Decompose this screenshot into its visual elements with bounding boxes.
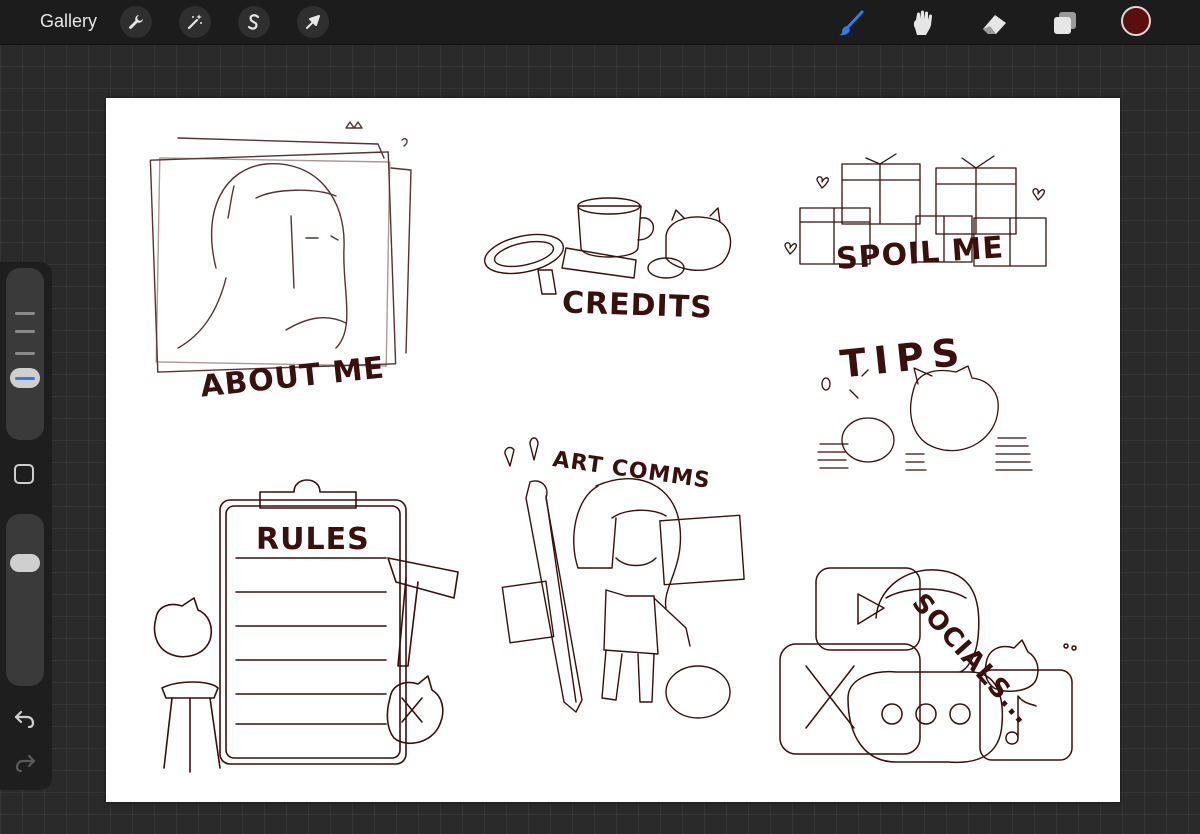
- rules-label: RULES: [256, 522, 370, 557]
- redo-button[interactable]: [12, 750, 38, 776]
- brush-tool[interactable]: [834, 6, 868, 40]
- smudge-icon: [913, 10, 932, 35]
- gallery-button[interactable]: Gallery: [40, 11, 97, 32]
- adjustments-button[interactable]: [179, 6, 211, 38]
- credits-label: CREDITS: [561, 285, 714, 326]
- eraser-icon: [983, 15, 1006, 34]
- credits-sketch: [483, 197, 732, 295]
- undo-icon: [14, 710, 35, 729]
- left-sidebar: [0, 262, 52, 790]
- transform-arrow-icon: [306, 15, 320, 29]
- actions-button[interactable]: [120, 6, 152, 38]
- modify-button[interactable]: [14, 464, 34, 484]
- magic-wand-icon: [187, 14, 202, 30]
- size-tick: [15, 352, 35, 355]
- opacity-slider[interactable]: [6, 514, 44, 686]
- drawing-canvas[interactable]: ABOUT ME CREDITS SPOIL ME TIPS RULES ART…: [106, 98, 1120, 802]
- layers-icon: [1054, 12, 1076, 34]
- about-me-sketch: [149, 121, 412, 373]
- selection-s-icon: [247, 14, 260, 30]
- opacity-thumb[interactable]: [10, 554, 40, 572]
- size-tick: [15, 312, 35, 315]
- smudge-tool[interactable]: [905, 6, 939, 40]
- size-tick: [15, 330, 35, 333]
- sketch-artwork: [149, 121, 1077, 773]
- color-swatch-button[interactable]: [1121, 6, 1151, 36]
- redo-icon: [15, 754, 36, 773]
- top-toolbar: Gallery: [0, 0, 1200, 45]
- brush-size-thumb[interactable]: [10, 368, 40, 388]
- eraser-tool[interactable]: [977, 6, 1011, 40]
- brush-icon: [839, 10, 864, 36]
- selection-button[interactable]: [238, 6, 270, 38]
- layers-button[interactable]: [1048, 6, 1082, 40]
- undo-button[interactable]: [12, 706, 38, 732]
- brush-size-slider[interactable]: [6, 268, 44, 440]
- wrench-icon: [129, 15, 143, 29]
- transform-button[interactable]: [297, 6, 329, 38]
